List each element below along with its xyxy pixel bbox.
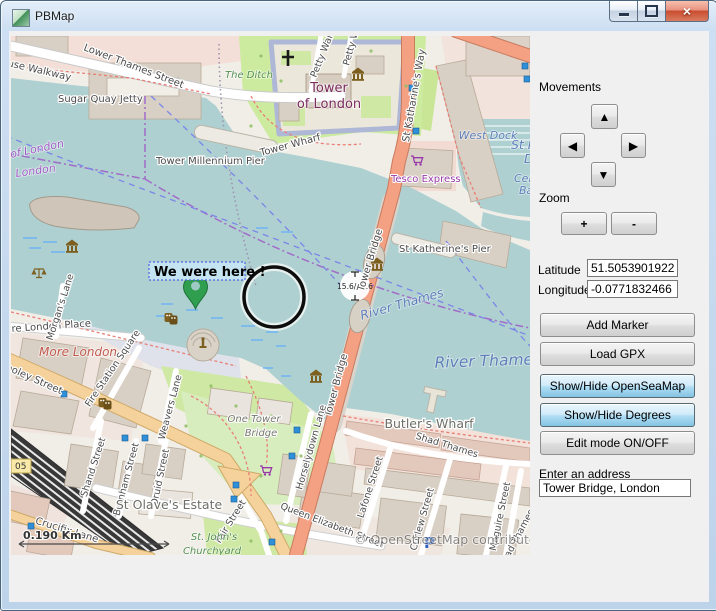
longitude-input[interactable] <box>587 280 678 298</box>
label-st-katherines-pier: St Katherine's Pier <box>399 244 492 255</box>
label-tower-of-london: Tower <box>309 81 348 96</box>
bus-stop-icon <box>142 435 148 441</box>
label-st-katharine-docks: D <box>524 151 530 166</box>
toggle-degrees-button[interactable]: Show/Hide Degrees <box>540 403 695 427</box>
bus-stop-icon <box>524 76 530 82</box>
bus-stop-icon <box>233 482 239 488</box>
window-title: PBMap <box>35 9 74 23</box>
latitude-label: Latitude <box>538 263 581 277</box>
label-one-tower-bridge: Bridge <box>245 428 278 439</box>
pbmap-window: PBMap × <box>0 0 716 611</box>
edit-mode-button[interactable]: Edit mode ON/OFF <box>540 431 695 455</box>
move-down-button[interactable]: ▼ <box>591 162 616 187</box>
move-right-button[interactable]: ▶ <box>621 133 646 158</box>
zoom-label: Zoom <box>539 191 570 205</box>
bus-stop-icon <box>61 391 67 397</box>
label-dock-basin: Ba <box>519 184 530 197</box>
movements-label: Movements <box>539 80 601 94</box>
titlebar[interactable]: PBMap × <box>1 1 716 31</box>
move-left-button[interactable]: ◀ <box>560 133 585 158</box>
caption-buttons: × <box>610 1 709 22</box>
label-more-london: More London <box>39 345 117 359</box>
label-tesco-express: Tesco Express <box>390 174 461 185</box>
label-st-johns-churchyard: St. John's <box>191 532 237 543</box>
close-icon: × <box>683 4 691 18</box>
road-ref-badge: 05 <box>11 459 31 473</box>
toggle-openseamap-button[interactable]: Show/Hide OpenSeaMap <box>540 374 695 398</box>
attribution: © OpenStreetMap contributors <box>354 532 530 547</box>
app-icon <box>12 9 30 27</box>
svg-text:0.190 Km: 0.190 Km <box>23 529 82 542</box>
label-butlers-wharf: Butler's Wharf <box>384 416 474 431</box>
load-gpx-button[interactable]: Load GPX <box>540 342 695 366</box>
longitude-label: Longitude <box>538 283 591 297</box>
map-view[interactable]: P 15.6/49.6 05 use W <box>11 36 530 555</box>
bus-stop-icon <box>522 63 528 69</box>
label-the-ditch: The Ditch <box>225 70 273 81</box>
add-marker-button[interactable]: Add Marker <box>540 313 695 337</box>
zoom-in-button[interactable]: + <box>561 212 607 235</box>
maximize-button[interactable] <box>637 1 666 22</box>
bus-stop-icon <box>294 427 300 433</box>
label-river-thames: River Thames <box>434 350 530 372</box>
address-input[interactable] <box>539 479 691 497</box>
move-up-button[interactable]: ▲ <box>591 104 618 129</box>
bus-stop-icon <box>269 539 275 545</box>
label-st-olaves-estate: St Olave's Estate <box>116 497 223 512</box>
marker-label[interactable]: We were here ! <box>149 262 266 280</box>
zoom-out-button[interactable]: - <box>611 212 657 235</box>
label-st-johns-churchyard: Churchyard <box>183 546 242 555</box>
client-area: P 15.6/49.6 05 use W <box>9 31 709 602</box>
svg-text:We were here !: We were here ! <box>154 265 266 280</box>
close-button[interactable]: × <box>665 1 709 22</box>
label-st-katharine-docks: St Ka <box>511 137 530 152</box>
minimize-button[interactable] <box>609 1 638 22</box>
label-tower-millennium-pier: Tower Millennium Pier <box>155 156 266 167</box>
bus-stop-icon <box>289 453 295 459</box>
label-tower-of-london: of London <box>297 97 361 112</box>
svg-text:05: 05 <box>15 462 26 472</box>
label-one-tower-bridge: One Tower <box>228 414 282 425</box>
label-sugar-quay-jetty: Sugar Quay Jetty <box>58 94 143 105</box>
minimize-icon <box>619 13 629 16</box>
label-west-dock: West Dock <box>459 129 518 142</box>
latitude-input[interactable] <box>587 259 678 277</box>
bus-stop-icon <box>122 435 128 441</box>
maximize-icon <box>645 5 658 17</box>
